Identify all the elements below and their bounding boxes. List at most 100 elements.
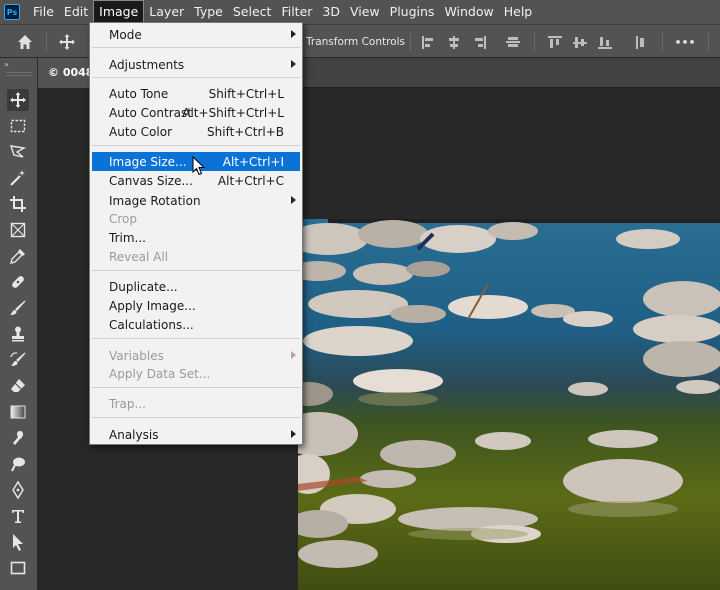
menu-image[interactable]: Image (93, 0, 145, 24)
dodge-icon (11, 457, 25, 472)
collapse-panel-icon[interactable]: » (4, 60, 9, 69)
menu-separator (92, 338, 300, 339)
menu-item-auto-contrast[interactable]: Auto Contrast Alt+Shift+Ctrl+L (92, 103, 300, 122)
rectangle-icon (10, 561, 26, 575)
menu-item-calculations[interactable]: Calculations... (92, 315, 300, 334)
menu-item-auto-tone[interactable]: Auto Tone Shift+Ctrl+L (92, 84, 300, 103)
menu-item-label: Apply Data Set... (109, 366, 211, 381)
magic-wand-tool-button[interactable] (7, 167, 29, 189)
frame-tool-button[interactable] (7, 219, 29, 241)
menu-item-trap: Trap... (92, 394, 300, 413)
rectangular-marquee-icon (10, 119, 26, 133)
menu-window[interactable]: Window (439, 1, 498, 23)
menu-filter[interactable]: Filter (276, 1, 317, 23)
document-image[interactable] (298, 219, 720, 590)
menu-item-label: Analysis (109, 427, 159, 442)
menu-separator (92, 270, 300, 271)
clone-stamp-tool-button[interactable] (7, 323, 29, 345)
submenu-arrow-icon (291, 30, 296, 38)
history-brush-tool-button[interactable] (7, 349, 29, 371)
menu-item-label: Crop (109, 211, 138, 226)
align-horizontal-centers-icon[interactable] (447, 36, 461, 49)
menu-type[interactable]: Type (189, 1, 228, 23)
options-separator (534, 33, 535, 51)
menu-item-image-rotation[interactable]: Image Rotation (92, 191, 300, 210)
type-tool-button[interactable] (7, 505, 29, 527)
options-separator (708, 33, 709, 51)
eraser-tool-button[interactable] (7, 375, 29, 397)
menu-item-label: Apply Image... (109, 298, 196, 313)
menu-separator (92, 77, 300, 78)
menu-edit[interactable]: Edit (59, 1, 93, 23)
menu-item-label: Auto Tone (109, 86, 169, 101)
image-menu-dropdown: Mode Adjustments Auto Tone Shift+Ctrl+L … (89, 22, 303, 445)
menu-separator (92, 387, 300, 388)
menu-item-label: Image Size... (109, 154, 187, 169)
transform-controls-label[interactable]: Transform Controls (306, 36, 405, 48)
dodge-tool-button[interactable] (7, 453, 29, 475)
menu-item-auto-color[interactable]: Auto Color Shift+Ctrl+B (92, 122, 300, 141)
submenu-arrow-icon (291, 430, 296, 438)
move-tool-icon[interactable] (58, 33, 76, 51)
menu-item-label: Duplicate... (109, 279, 178, 294)
marquee-tool-button[interactable] (7, 115, 29, 137)
healing-brush-tool-button[interactable] (7, 271, 29, 293)
pen-tool-button[interactable] (7, 479, 29, 501)
distribute-icon[interactable] (634, 36, 648, 49)
menu-view[interactable]: View (345, 1, 385, 23)
align-top-edges-icon[interactable] (548, 36, 562, 49)
panel-grip[interactable] (6, 72, 32, 76)
home-icon[interactable] (16, 33, 34, 51)
menu-select[interactable]: Select (228, 1, 277, 23)
brush-tool-button[interactable] (7, 297, 29, 319)
menu-item-reveal-all: Reveal All (92, 247, 300, 266)
menu-plugins[interactable]: Plugins (385, 1, 440, 23)
menu-item-apply-data-set: Apply Data Set... (92, 364, 300, 383)
align-bottom-edges-icon[interactable] (598, 36, 612, 49)
menu-item-analysis[interactable]: Analysis (92, 425, 300, 444)
more-options-icon[interactable]: ••• (674, 33, 695, 51)
options-separator (410, 33, 411, 51)
path-selection-tool-button[interactable] (7, 531, 29, 553)
tools-panel: » (0, 58, 38, 590)
menu-item-mode[interactable]: Mode (92, 25, 300, 44)
menu-help[interactable]: Help (499, 1, 538, 23)
options-separator (46, 33, 47, 51)
magic-wand-icon (10, 170, 25, 186)
crop-tool-button[interactable] (7, 193, 29, 215)
brush-icon (10, 300, 26, 315)
menu-item-shortcut: Shift+Ctrl+B (207, 124, 284, 139)
options-separator (662, 33, 663, 51)
align-middle-icon[interactable] (506, 36, 520, 49)
pen-icon (12, 481, 24, 499)
menu-item-duplicate[interactable]: Duplicate... (92, 277, 300, 296)
rectangle-tool-button[interactable] (7, 557, 29, 579)
menu-item-adjustments[interactable]: Adjustments (92, 55, 300, 74)
menu-item-label: Trim... (109, 230, 146, 245)
menu-item-shortcut: Alt+Ctrl+I (222, 154, 284, 169)
history-brush-icon (10, 352, 26, 366)
menu-item-label: Image Rotation (109, 193, 201, 208)
lasso-tool-button[interactable] (7, 141, 29, 163)
menu-item-trim[interactable]: Trim... (92, 228, 300, 247)
menu-item-label: Variables (109, 348, 164, 363)
submenu-arrow-icon (291, 60, 296, 68)
menu-3d[interactable]: 3D (317, 1, 345, 23)
mouse-cursor-icon (192, 156, 206, 176)
menu-item-apply-image[interactable]: Apply Image... (92, 296, 300, 315)
menu-bar: Ps File Edit Image Layer Type Select Fil… (0, 0, 720, 24)
align-vertical-centers-icon[interactable] (573, 36, 587, 49)
photoshop-logo-icon: Ps (4, 4, 20, 20)
menu-file[interactable]: File (28, 1, 59, 23)
menu-layer[interactable]: Layer (144, 1, 189, 23)
menu-item-variables: Variables (92, 346, 300, 365)
eyedropper-tool-button[interactable] (7, 245, 29, 267)
gradient-tool-button[interactable] (7, 401, 29, 423)
move-icon (10, 92, 26, 108)
menu-item-crop: Crop (92, 209, 300, 228)
smudge-tool-button[interactable] (7, 427, 29, 449)
menu-separator (92, 145, 300, 146)
move-tool-button[interactable] (7, 89, 29, 111)
align-left-edges-icon[interactable] (422, 36, 436, 49)
align-right-edges-icon[interactable] (472, 36, 486, 49)
